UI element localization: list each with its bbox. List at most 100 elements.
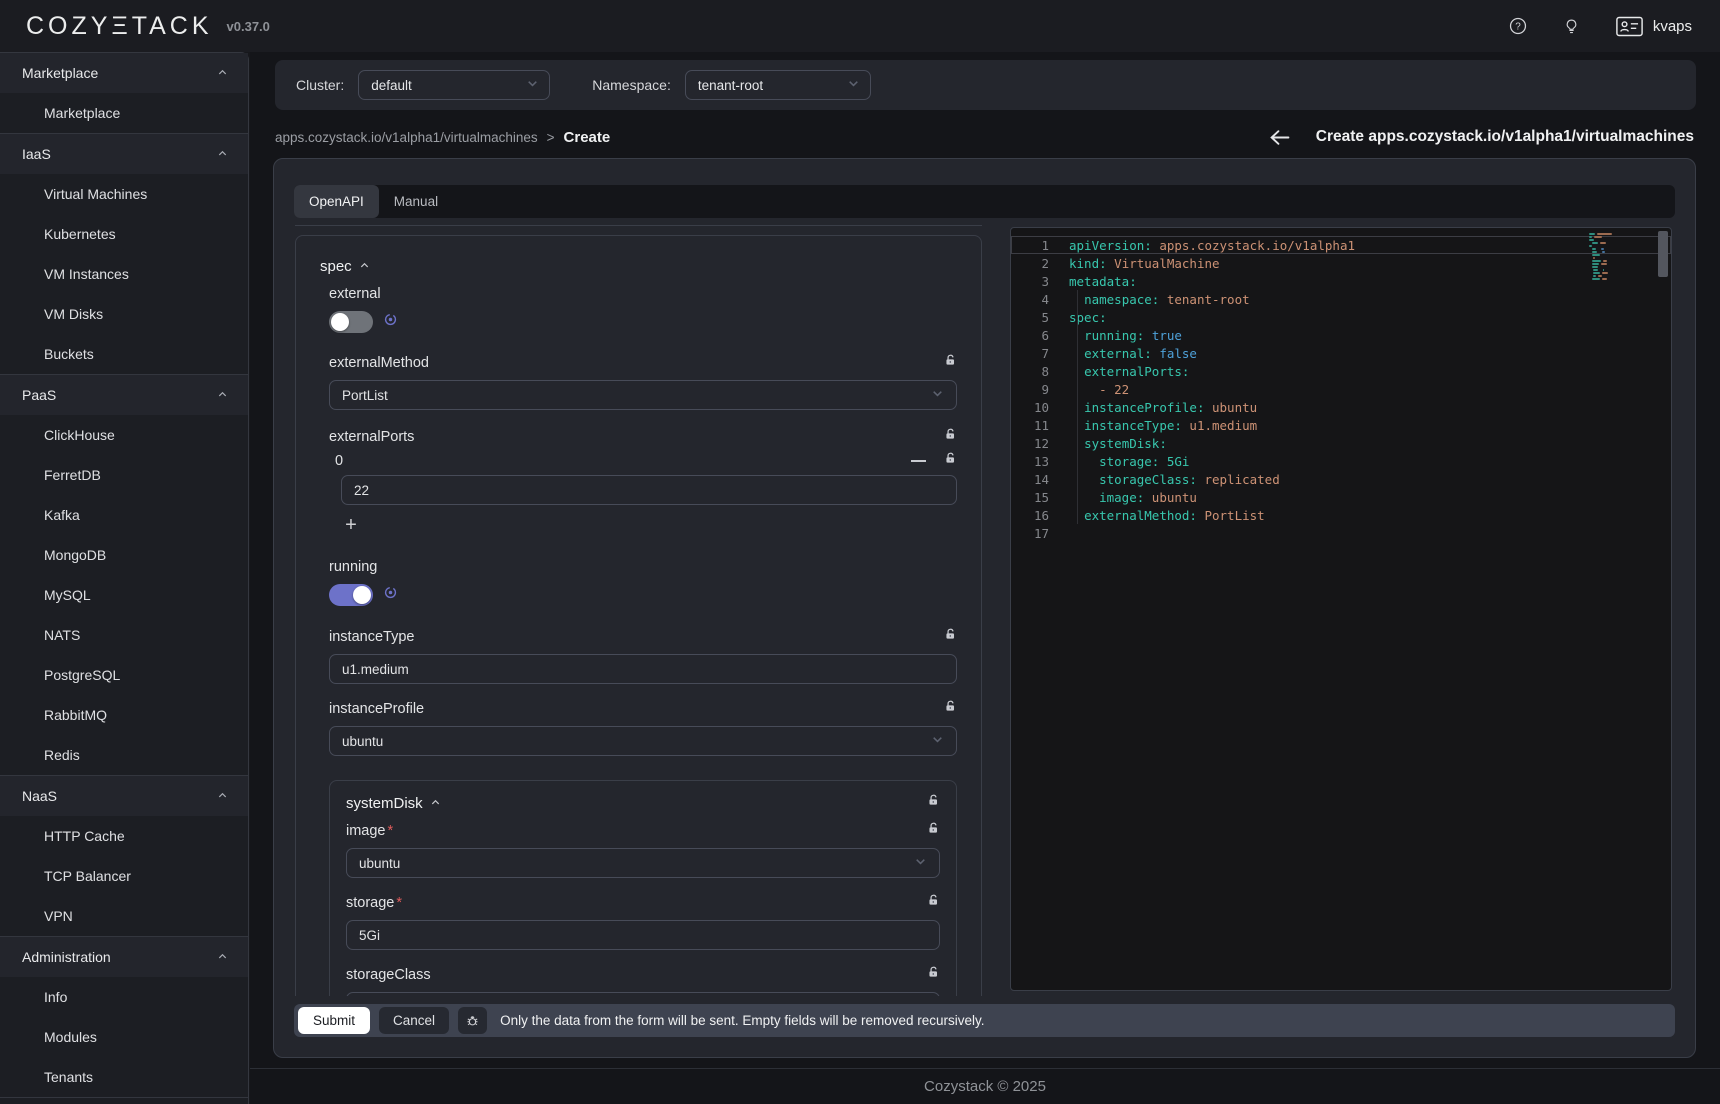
sidebar-item-rabbitmq[interactable]: RabbitMQ: [0, 695, 248, 735]
lock-icon[interactable]: [927, 966, 940, 984]
sidebar-item-virtual-machines[interactable]: Virtual Machines: [0, 174, 248, 214]
code-line: 15 image: ubuntu: [1011, 488, 1671, 506]
sidebar-item-vpn[interactable]: VPN: [0, 896, 248, 936]
sidebar-item-mysql[interactable]: MySQL: [0, 575, 248, 615]
sidebar-section: IaaSVirtual MachinesKubernetesVM Instanc…: [0, 134, 248, 375]
externalMethod-label: externalMethod: [329, 355, 429, 371]
indent-guide: [1077, 290, 1078, 524]
sidebar-section: Administration InfoModulesTenants: [0, 937, 248, 1098]
app-logo: COZYΞTACK: [26, 12, 213, 41]
remove-port-button[interactable]: [911, 460, 926, 462]
code-line: 5spec:: [1011, 308, 1671, 326]
sidebar-item-nats[interactable]: NATS: [0, 615, 248, 655]
running-toggle[interactable]: [329, 584, 373, 606]
sidebar-section-marketplace[interactable]: Marketplace: [0, 53, 248, 93]
tab-openapi[interactable]: OpenAPI: [294, 185, 379, 218]
externalMethod-select[interactable]: PortList: [329, 380, 957, 410]
instanceProfile-select[interactable]: ubuntu: [329, 726, 957, 756]
user-badge-icon: [1616, 16, 1643, 37]
sidebar-item-vm-instances[interactable]: VM Instances: [0, 254, 248, 294]
port-input[interactable]: [341, 475, 957, 505]
code-line: 12 systemDisk:: [1011, 434, 1671, 452]
sidebar-section-paas[interactable]: PaaS: [0, 375, 248, 415]
add-port-button[interactable]: +: [341, 515, 361, 535]
theme-bulb-icon[interactable]: [1563, 18, 1580, 35]
systemDisk-section-toggle[interactable]: systemDisk: [346, 795, 441, 812]
reset-field-icon[interactable]: [384, 586, 397, 604]
lock-icon[interactable]: [944, 354, 957, 372]
code-line: 11 instanceType: u1.medium: [1011, 416, 1671, 434]
line-number: 5: [1011, 310, 1049, 325]
lock-icon[interactable]: [944, 700, 957, 718]
sidebar-item-modules[interactable]: Modules: [0, 1017, 248, 1057]
divider: [295, 225, 982, 226]
storageClass-input[interactable]: [346, 992, 940, 996]
sidebar-item-postgresql[interactable]: PostgreSQL: [0, 655, 248, 695]
lock-icon[interactable]: [944, 428, 957, 446]
line-number: 16: [1011, 508, 1049, 523]
help-icon[interactable]: ?: [1509, 17, 1527, 35]
user-menu[interactable]: kvaps: [1616, 16, 1692, 37]
chevron-up-icon: [217, 146, 228, 162]
lock-icon[interactable]: [927, 894, 940, 912]
line-number: 9: [1011, 382, 1049, 397]
instanceProfile-value: ubuntu: [342, 734, 383, 749]
sidebar-section-label: Administration: [22, 949, 111, 965]
chevron-down-icon: [847, 77, 860, 93]
sidebar-section-label: NaaS: [22, 788, 57, 804]
lock-icon[interactable]: [944, 628, 957, 646]
chevron-up-icon: [217, 387, 228, 403]
sidebar-item-vm-disks[interactable]: VM Disks: [0, 294, 248, 334]
sidebar-item-kubernetes[interactable]: Kubernetes: [0, 214, 248, 254]
sidebar-section: MarketplaceMarketplace: [0, 53, 248, 134]
sidebar-item-redis[interactable]: Redis: [0, 735, 248, 775]
sidebar-item-clickhouse[interactable]: ClickHouse: [0, 415, 248, 455]
instanceType-input[interactable]: [329, 654, 957, 684]
lock-icon[interactable]: [927, 822, 940, 840]
image-select[interactable]: ubuntu: [346, 848, 940, 878]
line-number: 13: [1011, 454, 1049, 469]
app-header: COZYΞTACK v0.37.0 ? kvaps: [0, 0, 1720, 52]
debug-button[interactable]: [458, 1007, 487, 1034]
sidebar-item-ferretdb[interactable]: FerretDB: [0, 455, 248, 495]
cancel-button[interactable]: Cancel: [379, 1007, 449, 1034]
sidebar-section: PaaSClickHouseFerretDBKafkaMongoDBMySQLN…: [0, 375, 248, 776]
sidebar-item-buckets[interactable]: Buckets: [0, 334, 248, 374]
sidebar-item-info[interactable]: Info: [0, 977, 248, 1017]
lock-icon[interactable]: [927, 794, 940, 812]
namespace-select[interactable]: tenant-root: [685, 70, 871, 100]
code-line: 6 running: true: [1011, 326, 1671, 344]
sidebar-item-mongodb[interactable]: MongoDB: [0, 535, 248, 575]
code-line: 16 externalMethod: PortList: [1011, 506, 1671, 524]
minimap[interactable]: [1589, 233, 1651, 284]
editor-scrollbar[interactable]: [1658, 231, 1668, 277]
line-number: 7: [1011, 346, 1049, 361]
back-arrow-icon[interactable]: [1269, 129, 1290, 146]
breadcrumb-path[interactable]: apps.cozystack.io/v1alpha1/virtualmachin…: [275, 130, 538, 145]
code-lines: 1apiVersion: apps.cozystack.io/v1alpha12…: [1011, 236, 1671, 542]
action-bar-message: Only the data from the form will be sent…: [500, 1013, 984, 1028]
externalPorts-label: externalPorts: [329, 429, 414, 445]
code-line: 9 - 22: [1011, 380, 1671, 398]
external-toggle[interactable]: [329, 311, 373, 333]
tab-manual[interactable]: Manual: [379, 185, 453, 218]
spec-section-toggle[interactable]: spec: [320, 258, 957, 275]
line-number: 11: [1011, 418, 1049, 433]
submit-button[interactable]: Submit: [298, 1007, 370, 1034]
sidebar-section-administration[interactable]: Administration: [0, 937, 248, 977]
sidebar-item-tcp-balancer[interactable]: TCP Balancer: [0, 856, 248, 896]
sidebar-item-http-cache[interactable]: HTTP Cache: [0, 816, 248, 856]
cluster-select[interactable]: default: [358, 70, 550, 100]
externalMethod-value: PortList: [342, 388, 388, 403]
reset-field-icon[interactable]: [384, 313, 397, 331]
lock-icon[interactable]: [944, 452, 957, 470]
sidebar-item-kafka[interactable]: Kafka: [0, 495, 248, 535]
sidebar-section-naas[interactable]: NaaS: [0, 776, 248, 816]
storage-input[interactable]: [346, 920, 940, 950]
yaml-editor[interactable]: 1apiVersion: apps.cozystack.io/v1alpha12…: [1010, 227, 1672, 991]
line-number: 6: [1011, 328, 1049, 343]
sidebar-item-tenants[interactable]: Tenants: [0, 1057, 248, 1097]
sidebar-item-marketplace[interactable]: Marketplace: [0, 93, 248, 133]
sidebar-section-iaas[interactable]: IaaS: [0, 134, 248, 174]
line-number: 3: [1011, 274, 1049, 289]
